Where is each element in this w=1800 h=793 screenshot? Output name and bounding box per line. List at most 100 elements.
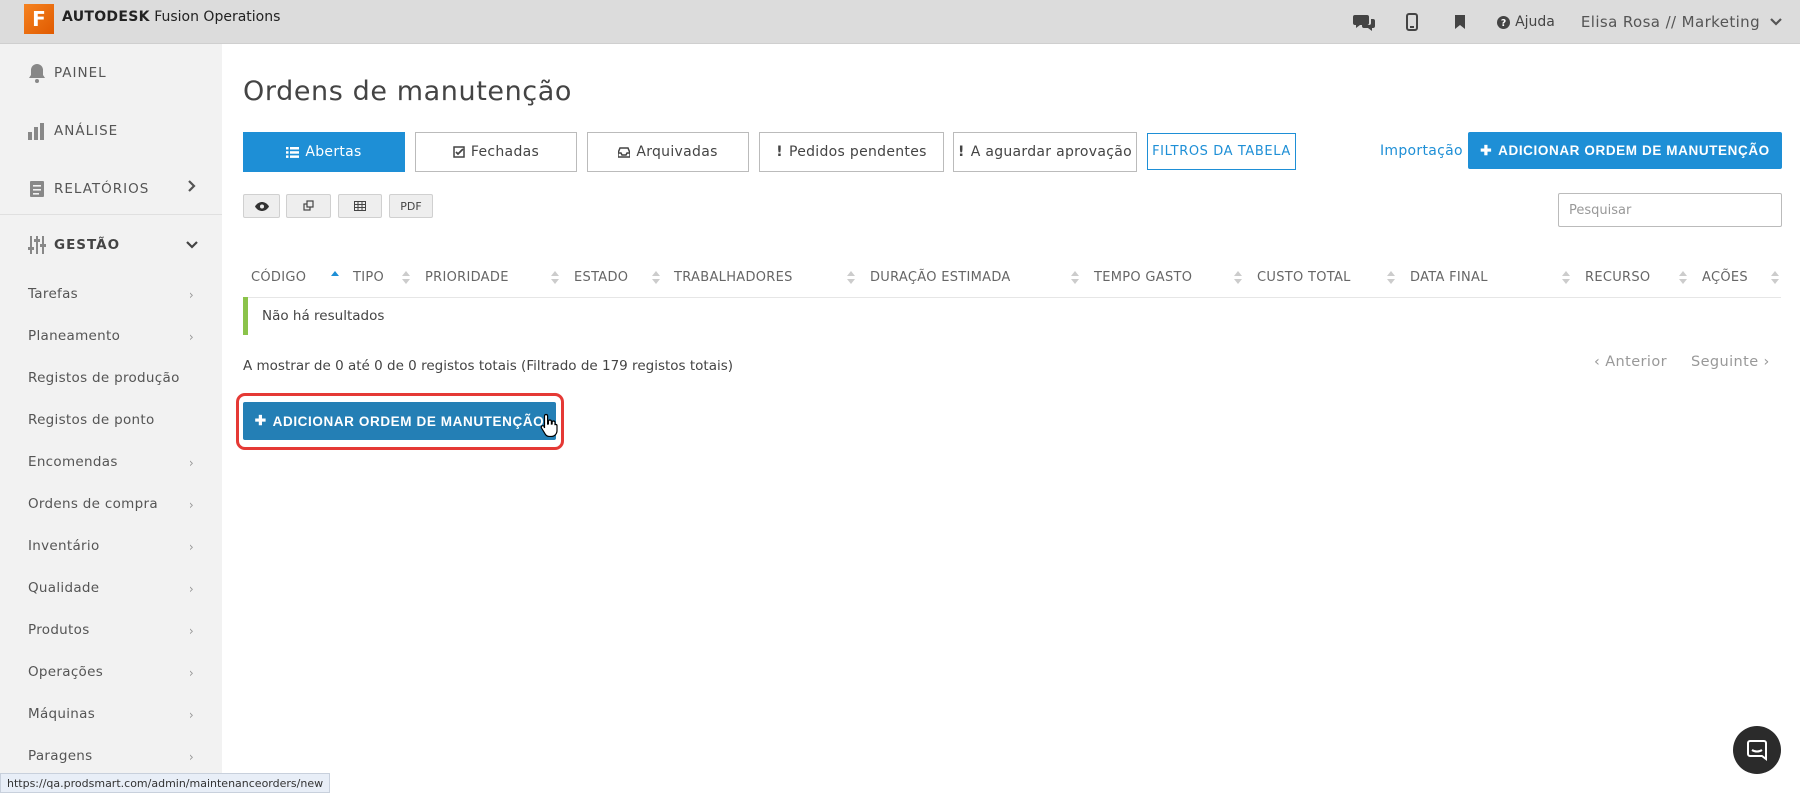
chevron-down-icon [1770, 18, 1782, 26]
chevron-right-icon: › [188, 750, 194, 764]
exclamation-icon: ! [776, 144, 783, 160]
sort-icon[interactable] [847, 271, 855, 285]
plus-icon: ✚ [254, 413, 267, 428]
sidebar-subitem-operacoes[interactable]: Operações › [0, 652, 222, 692]
sort-icon[interactable] [1234, 271, 1242, 285]
sidebar-item-label: ANÁLISE [54, 123, 119, 139]
chevron-right-icon: › [188, 624, 194, 638]
inbox-icon [618, 146, 631, 158]
chevron-right-icon: › [188, 288, 194, 302]
sidebar-item-label: RELATÓRIOS [54, 181, 150, 197]
sidebar-item-analise[interactable]: ANÁLISE [0, 102, 222, 160]
sidebar-item-painel[interactable]: PAINEL [0, 44, 222, 102]
sidebar-subitem-label: Máquinas [28, 706, 96, 722]
sidebar-subitem-label: Ordens de compra [28, 496, 158, 512]
import-link[interactable]: Importação [1380, 143, 1463, 159]
export-table-button[interactable] [338, 194, 382, 218]
plus-icon: ✚ [1480, 142, 1493, 158]
column-header-tempo-gasto[interactable]: TEMPO GASTO [1094, 270, 1192, 285]
sidebar-subitem-produtos[interactable]: Produtos › [0, 610, 222, 650]
table-filters-label: FILTROS DA TABELA [1152, 144, 1291, 159]
app-brand[interactable]: AUTODESK Fusion Operations [62, 9, 280, 25]
chat-icon [1747, 740, 1767, 761]
sort-icon[interactable] [1771, 271, 1779, 285]
tab-a-aguardar-aprovacao[interactable]: ! A aguardar aprovação [953, 132, 1137, 172]
user-menu[interactable]: Elisa Rosa // Marketing [1581, 13, 1782, 31]
sort-icon[interactable] [1387, 271, 1395, 285]
tab-pedidos-pendentes[interactable]: ! Pedidos pendentes [759, 132, 944, 172]
sidebar-subitem-tarefas[interactable]: Tarefas › [0, 274, 222, 314]
add-maintenance-order-bottom-button[interactable]: ✚ ADICIONAR ORDEM DE MANUTENÇÃO [243, 402, 556, 440]
tab-arquivadas[interactable]: Arquivadas [587, 132, 749, 172]
svg-text:?: ? [1501, 18, 1506, 29]
chat-icon[interactable] [1353, 11, 1376, 33]
sidebar-subitem-registos-producao[interactable]: Registos de produção [0, 358, 222, 398]
sort-icon[interactable] [402, 271, 410, 285]
sidebar-subitem-label: Operações [28, 664, 104, 680]
sidebar-divider [0, 214, 222, 215]
pagination-next[interactable]: Seguinte › [1691, 354, 1770, 370]
sidebar-subitem-ordens-compra[interactable]: Ordens de compra › [0, 484, 222, 524]
chevron-right-icon: › [188, 330, 194, 344]
sidebar-subitem-planeamento[interactable]: Planeamento › [0, 316, 222, 356]
list-icon [286, 146, 300, 158]
sort-icon[interactable] [1071, 271, 1079, 285]
column-header-acoes[interactable]: AÇÕES [1702, 270, 1748, 285]
sidebar-subitem-label: Produtos [28, 622, 90, 638]
chevron-right-icon: › [1758, 354, 1770, 370]
column-header-data-final[interactable]: DATA FINAL [1410, 270, 1488, 285]
tab-label: A aguardar aprovação [970, 144, 1132, 160]
sidebar-item-relatorios[interactable]: RELATÓRIOS [0, 160, 222, 218]
column-header-tipo[interactable]: TIPO [353, 270, 384, 285]
sidebar-subitem-label: Planeamento [28, 328, 121, 344]
chat-widget-button[interactable] [1733, 726, 1781, 774]
column-header-prioridade[interactable]: PRIORIDADE [425, 270, 509, 285]
sort-asc-icon[interactable] [331, 271, 339, 285]
table-filters-button[interactable]: FILTROS DA TABELA [1147, 133, 1296, 170]
tab-label: Pedidos pendentes [788, 144, 927, 160]
sidebar-subitem-paragens[interactable]: Paragens › [0, 736, 222, 776]
tab-abertas[interactable]: Abertas [243, 132, 405, 172]
sidebar-subitem-label: Paragens [28, 748, 93, 764]
sidebar-subitem-qualidade[interactable]: Qualidade › [0, 568, 222, 608]
add-maintenance-order-button[interactable]: ✚ ADICIONAR ORDEM DE MANUTENÇÃO [1468, 132, 1782, 169]
column-header-estado[interactable]: ESTADO [574, 270, 628, 285]
export-pdf-button[interactable]: PDF [389, 194, 433, 218]
sidebar-subitem-inventario[interactable]: Inventário › [0, 526, 222, 566]
column-visibility-button[interactable] [243, 194, 280, 218]
report-icon [26, 178, 48, 200]
sidebar-subitem-encomendas[interactable]: Encomendas › [0, 442, 222, 482]
sidebar-subitem-label: Registos de produção [28, 370, 180, 386]
tab-fechadas[interactable]: Fechadas [415, 132, 577, 172]
fusion-logo-icon[interactable]: F [24, 4, 54, 34]
copy-icon [302, 200, 314, 211]
question-circle-icon: ? [1497, 15, 1511, 29]
sidebar-item-gestao[interactable]: GESTÃO [0, 216, 222, 274]
bell-icon [26, 62, 48, 84]
table-row: Não há resultados [243, 297, 1781, 335]
column-header-duracao-estimada[interactable]: DURAÇÃO ESTIMADA [870, 270, 1011, 285]
hand-cursor-icon [540, 413, 558, 437]
sort-icon[interactable] [551, 271, 559, 285]
chevron-right-icon: › [188, 582, 194, 596]
previous-label: Anterior [1605, 354, 1667, 370]
check-square-icon [453, 146, 465, 158]
help-link[interactable]: ? Ajuda [1497, 14, 1555, 30]
search-input[interactable] [1558, 193, 1782, 227]
sidebar-subitem-maquinas[interactable]: Máquinas › [0, 694, 222, 734]
sort-icon[interactable] [1562, 271, 1570, 285]
column-header-trabalhadores[interactable]: TRABALHADORES [674, 270, 793, 285]
column-header-codigo[interactable]: CÓDIGO [251, 270, 306, 285]
sidebar-subitem-registos-ponto[interactable]: Registos de ponto [0, 400, 222, 440]
bookmark-icon[interactable] [1449, 11, 1471, 33]
copy-button[interactable] [286, 194, 331, 218]
eye-icon [254, 201, 269, 211]
mobile-icon[interactable] [1401, 11, 1423, 33]
bar-chart-icon [26, 120, 48, 142]
column-header-recurso[interactable]: RECURSO [1585, 270, 1650, 285]
tab-label: Arquivadas [636, 144, 718, 160]
column-header-custo-total[interactable]: CUSTO TOTAL [1257, 270, 1351, 285]
sort-icon[interactable] [1679, 271, 1687, 285]
sort-icon[interactable] [652, 271, 660, 285]
pagination-previous[interactable]: ‹ Anterior [1594, 354, 1667, 370]
